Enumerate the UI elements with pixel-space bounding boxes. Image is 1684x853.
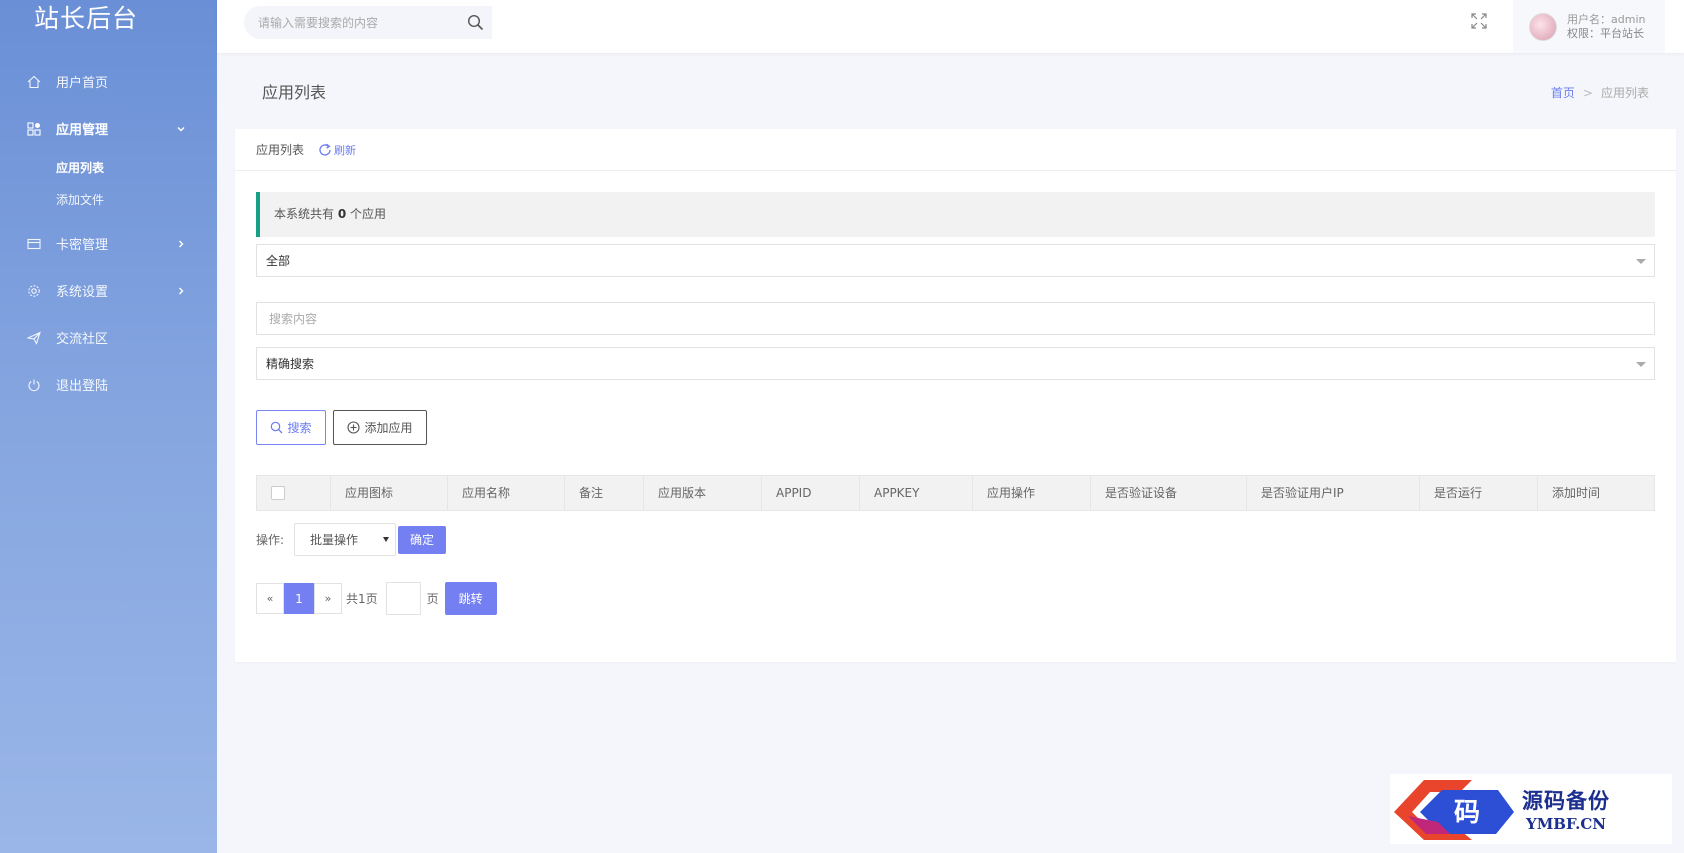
send-icon [26, 330, 42, 346]
batch-label: 操作: [256, 533, 285, 547]
sidebar-menu: 用户首页 应用管理 应用列表 添加文件 卡密管理 系统设置 交流社区 退出登陆 [0, 58, 217, 408]
submenu-item-app-list[interactable]: 应用列表 [0, 152, 217, 184]
batch-actions: 操作: 批量操作 确定 [256, 523, 447, 556]
column-header: 应用操作 [973, 476, 1091, 510]
breadcrumb-home[interactable]: 首页 [1551, 86, 1575, 100]
column-header: APPID [762, 476, 860, 510]
batch-action-select[interactable]: 批量操作 [294, 523, 397, 556]
brand-title: 站长后台 [34, 4, 139, 33]
user-role: 权限：平台站长 [1567, 26, 1644, 40]
dropdown-arrow-icon [1636, 362, 1646, 367]
sidebar-item-label: 系统设置 [56, 285, 109, 300]
watermark-cn: 源码备份 [1522, 788, 1610, 813]
column-header: 备注 [565, 476, 644, 510]
sidebar-item-community[interactable]: 交流社区 [0, 314, 217, 361]
chevron-right-icon [175, 238, 187, 250]
sidebar-item-label: 应用管理 [56, 123, 109, 138]
submenu-item-add-file[interactable]: 添加文件 [0, 184, 217, 216]
power-icon [26, 377, 42, 393]
gear-icon [26, 283, 42, 299]
select-all-cell [257, 476, 331, 510]
select-all-checkbox[interactable] [271, 486, 285, 500]
top-header: 用户名：admin 权限：平台站长 [217, 0, 1684, 53]
user-name: 用户名：admin [1567, 12, 1646, 26]
refresh-label: 刷新 [334, 143, 357, 157]
column-header: 应用版本 [644, 476, 762, 510]
column-header: 是否运行 [1420, 476, 1538, 510]
apps-submenu: 应用列表 添加文件 [0, 152, 217, 220]
app-list-card: 应用列表 刷新 本系统共有 0 个应用 全部 精确搜索 搜索 添加应用 应用图标… [235, 129, 1676, 662]
column-header: 应用名称 [448, 476, 565, 510]
add-app-button-label: 添加应用 [364, 421, 413, 435]
refresh-icon [319, 143, 331, 156]
avatar [1529, 12, 1557, 41]
confirm-button[interactable]: 确定 [398, 525, 447, 554]
column-header: 应用图标 [331, 476, 448, 510]
plus-circle-icon [347, 421, 361, 434]
notice-suffix: 个应用 [350, 207, 387, 221]
watermark-en: YMBF.CN [1525, 815, 1606, 833]
column-header: APPKEY [860, 476, 973, 510]
page-title: 应用列表 [262, 83, 327, 102]
card-icon [26, 236, 42, 252]
breadcrumb-separator: > [1582, 86, 1593, 100]
sidebar-item-settings[interactable]: 系统设置 [0, 267, 217, 314]
home-icon [26, 74, 42, 90]
watermark-text: 源码备份 YMBF.CN [1522, 785, 1610, 833]
column-header: 是否验证用户IP [1247, 476, 1420, 510]
column-header: 添加时间 [1552, 486, 1601, 500]
breadcrumb: 首页 > 应用列表 [1551, 84, 1649, 101]
dropdown-arrow-icon [1636, 259, 1646, 264]
page-unit: 页 [426, 592, 439, 606]
search-button[interactable]: 搜索 [256, 410, 326, 445]
page-button-current[interactable]: 1 [284, 583, 314, 614]
filter-select-value: 全部 [266, 254, 291, 268]
fullscreen-icon[interactable] [1470, 12, 1488, 30]
column-header: 是否验证设备 [1091, 476, 1247, 510]
add-app-button[interactable]: 添加应用 [333, 410, 427, 445]
jump-button[interactable]: 跳转 [444, 582, 497, 615]
code-logo-icon: 码 [1394, 780, 1514, 840]
search-icon[interactable] [467, 14, 484, 35]
breadcrumb-current: 应用列表 [1600, 86, 1649, 100]
sidebar-item-home[interactable]: 用户首页 [0, 58, 217, 105]
sidebar-item-label: 卡密管理 [56, 238, 109, 253]
refresh-button[interactable]: 刷新 [318, 142, 356, 158]
user-info: 用户名：admin 权限：平台站长 [1567, 13, 1645, 41]
batch-select-value: 批量操作 [310, 533, 359, 547]
pagination: « 1 » 共1页 页 跳转 [256, 582, 497, 615]
global-search [244, 6, 492, 39]
sidebar-item-label: 用户首页 [56, 76, 109, 91]
global-search-input[interactable] [244, 15, 454, 30]
next-page-button[interactable]: » [314, 583, 342, 614]
svg-text:码: 码 [1454, 798, 1480, 828]
search-button-label: 搜索 [287, 421, 312, 435]
card-title: 应用列表 [256, 143, 305, 157]
dropdown-arrow-icon [383, 537, 390, 542]
app-table-header: 应用图标 应用名称 备注 应用版本 APPID APPKEY 应用操作 是否验证… [256, 475, 1655, 511]
user-menu[interactable]: 用户名：admin 权限：平台站长 [1513, 0, 1665, 53]
search-mode-select[interactable]: 精确搜索 [256, 347, 1655, 380]
chevron-down-icon [175, 123, 187, 135]
sidebar-item-label: 交流社区 [56, 332, 109, 347]
sidebar: 站长后台 用户首页 应用管理 应用列表 添加文件 卡密管理 系统设置 交流社区 … [0, 0, 217, 853]
search-icon [271, 421, 283, 434]
search-mode-value: 精确搜索 [266, 357, 315, 371]
sidebar-item-apps[interactable]: 应用管理 [0, 105, 217, 152]
search-content-input[interactable] [256, 302, 1655, 335]
sidebar-item-cards[interactable]: 卡密管理 [0, 220, 217, 267]
app-count-notice: 本系统共有 0 个应用 [256, 192, 1655, 237]
apps-icon [26, 121, 42, 137]
prev-page-button[interactable]: « [256, 583, 284, 614]
page-number-input[interactable] [385, 582, 421, 615]
notice-prefix: 本系统共有 [274, 207, 335, 221]
sidebar-item-logout[interactable]: 退出登陆 [0, 361, 217, 408]
filter-select[interactable]: 全部 [256, 244, 1655, 277]
watermark-logo: 码 源码备份 YMBF.CN [1390, 774, 1672, 844]
notice-count: 0 [337, 207, 347, 221]
card-header: 应用列表 刷新 [235, 129, 1676, 171]
total-pages: 共1页 [346, 592, 378, 606]
sidebar-item-label: 退出登陆 [56, 379, 109, 394]
chevron-right-icon [175, 285, 187, 297]
